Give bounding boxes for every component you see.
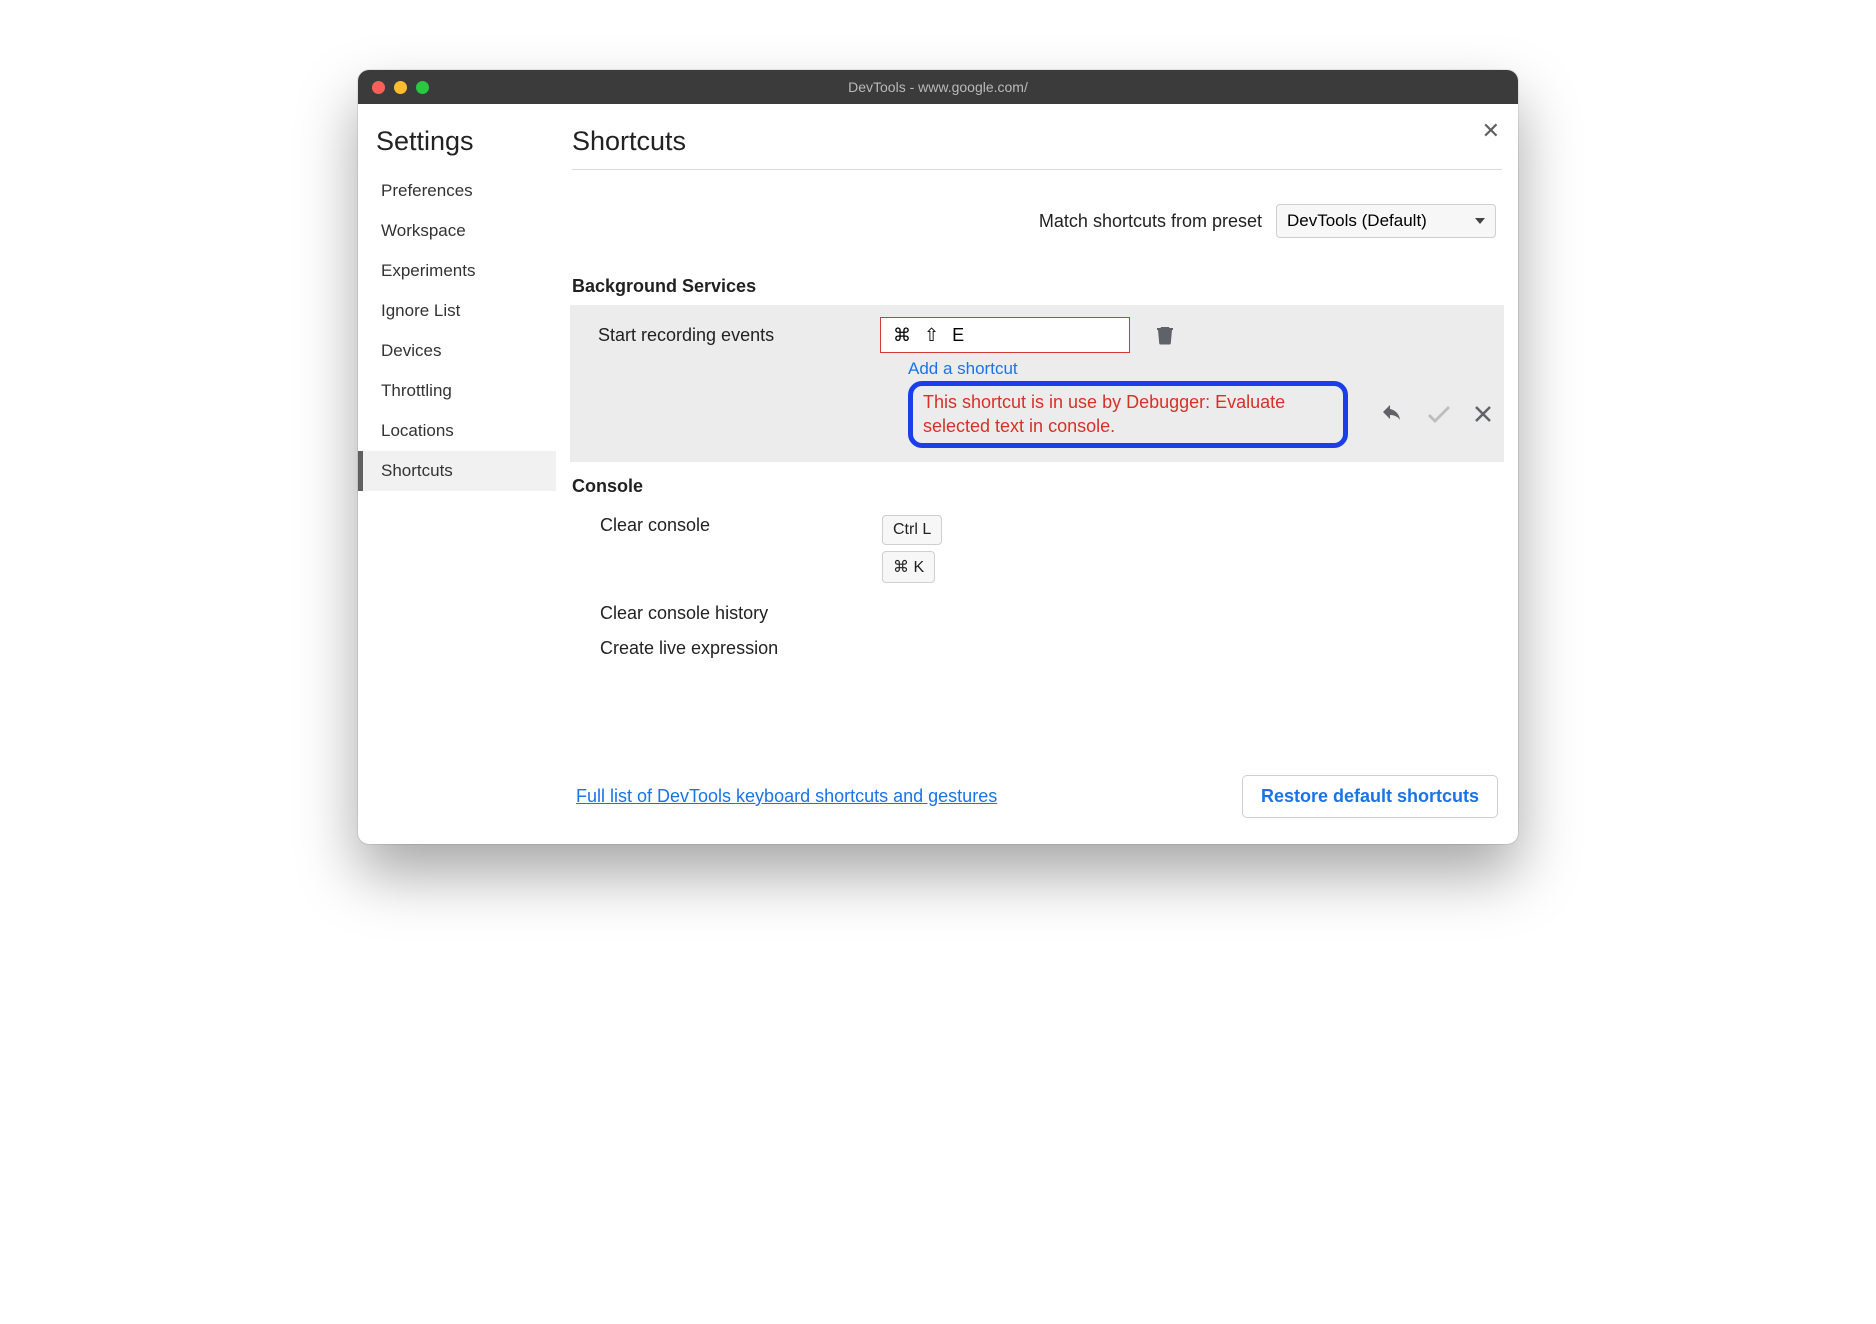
window-title: DevTools - www.google.com/	[848, 79, 1028, 95]
titlebar: DevTools - www.google.com/	[358, 70, 1518, 104]
shortcut-conflict-warning: This shortcut is in use by Debugger: Eva…	[908, 381, 1348, 448]
full-list-link[interactable]: Full list of DevTools keyboard shortcuts…	[576, 786, 997, 807]
console-row-live-expression: Create live expression	[572, 628, 1502, 663]
section-background-services-header: Background Services	[572, 276, 1502, 297]
delete-shortcut-button[interactable]	[1156, 325, 1174, 345]
undo-icon[interactable]	[1380, 405, 1404, 423]
minimize-window-button[interactable]	[394, 81, 407, 94]
preset-select[interactable]: DevTools (Default)	[1276, 204, 1496, 238]
cancel-icon[interactable]	[1474, 405, 1492, 423]
content-area: ✕ Settings Preferences Workspace Experim…	[358, 104, 1518, 844]
traffic-lights	[372, 81, 429, 94]
sidebar-item-throttling[interactable]: Throttling	[358, 371, 556, 411]
shortcut-pill-cmd-k: ⌘ K	[882, 551, 935, 583]
sidebar-title: Settings	[358, 126, 556, 171]
preset-label: Match shortcuts from preset	[1039, 211, 1262, 232]
console-row-clear-history: Clear console history	[572, 593, 1502, 628]
settings-sidebar: Settings Preferences Workspace Experimen…	[358, 104, 556, 844]
console-row-clear-console: Clear console Ctrl L ⌘ K	[572, 505, 1502, 593]
sidebar-item-shortcuts[interactable]: Shortcuts	[358, 451, 556, 491]
chevron-down-icon	[1475, 218, 1485, 224]
footer-row: Full list of DevTools keyboard shortcuts…	[572, 755, 1502, 826]
action-label-clear-history: Clear console history	[600, 603, 860, 624]
shortcut-pill-ctrl-l: Ctrl L	[882, 515, 942, 545]
preset-select-value: DevTools (Default)	[1287, 211, 1427, 231]
action-label-clear-console: Clear console	[600, 515, 860, 536]
sidebar-item-preferences[interactable]: Preferences	[358, 171, 556, 211]
shortcut-input[interactable]: ⌘ ⇧ E	[880, 317, 1130, 353]
maximize-window-button[interactable]	[416, 81, 429, 94]
add-shortcut-link[interactable]: Add a shortcut	[908, 359, 1018, 378]
action-label-live-expression: Create live expression	[600, 638, 778, 659]
shortcuts-panel: Shortcuts Match shortcuts from preset De…	[556, 104, 1518, 844]
close-panel-button[interactable]: ✕	[1482, 118, 1500, 144]
action-label-start-recording: Start recording events	[598, 325, 858, 346]
devtools-settings-window: DevTools - www.google.com/ ✕ Settings Pr…	[358, 70, 1518, 844]
sidebar-item-locations[interactable]: Locations	[358, 411, 556, 451]
confirm-icon[interactable]	[1428, 405, 1450, 423]
sidebar-item-devices[interactable]: Devices	[358, 331, 556, 371]
sidebar-item-ignore-list[interactable]: Ignore List	[358, 291, 556, 331]
shortcut-edit-row: Start recording events ⌘ ⇧ E Add a short…	[570, 305, 1504, 462]
sidebar-item-experiments[interactable]: Experiments	[358, 251, 556, 291]
panel-title: Shortcuts	[572, 126, 1502, 170]
section-console-header: Console	[572, 476, 1502, 497]
close-window-button[interactable]	[372, 81, 385, 94]
preset-row: Match shortcuts from preset DevTools (De…	[572, 170, 1502, 268]
restore-defaults-button[interactable]: Restore default shortcuts	[1242, 775, 1498, 818]
sidebar-item-workspace[interactable]: Workspace	[358, 211, 556, 251]
